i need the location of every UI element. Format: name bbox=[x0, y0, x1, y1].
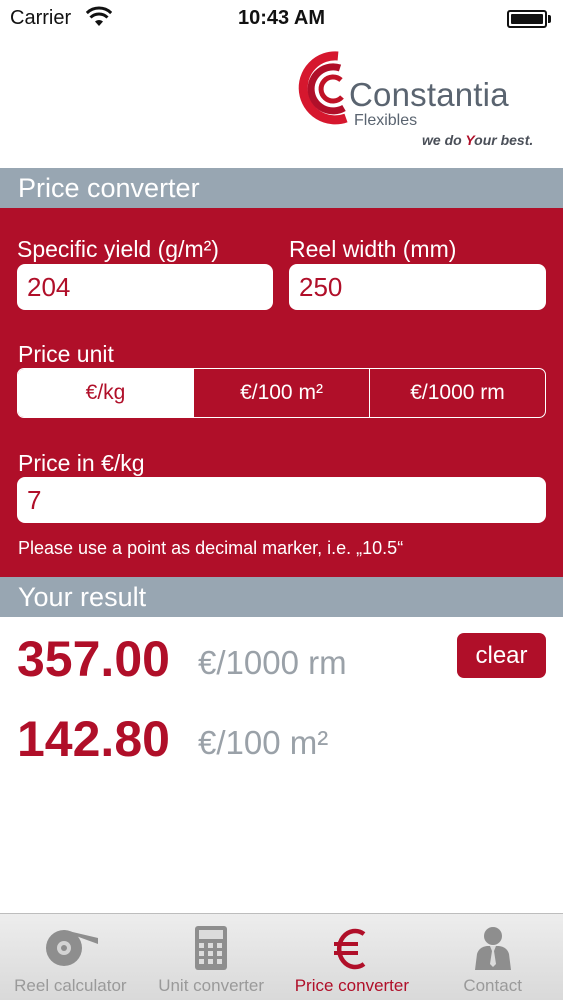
unit-option-eur-100m2[interactable]: €/100 m² bbox=[194, 369, 370, 417]
clock-label: 10:43 AM bbox=[237, 7, 326, 29]
result-value-1000rm: 357.00 bbox=[17, 631, 170, 687]
person-icon bbox=[474, 927, 511, 970]
reel-width-input[interactable]: 250 bbox=[289, 264, 546, 310]
status-bar: Carrier 10:43 AM bbox=[0, 0, 563, 38]
clear-button[interactable]: clear bbox=[457, 633, 546, 678]
price-label: Price in €/kg bbox=[18, 450, 145, 476]
tab-label: Reel calculator bbox=[14, 976, 127, 995]
result-unit-100m2: €/100 m² bbox=[198, 724, 329, 761]
logo-mark-icon bbox=[298, 51, 348, 125]
tab-price-converter[interactable]: Price converter bbox=[282, 914, 423, 1000]
price-unit-label: Price unit bbox=[18, 341, 114, 367]
tab-label: Unit converter bbox=[158, 976, 265, 995]
price-unit-segmented-control: €/kg €/100 m² €/1000 rm bbox=[17, 368, 546, 418]
specific-yield-label: Specific yield (g/m²) bbox=[17, 236, 219, 262]
battery-icon bbox=[507, 10, 551, 28]
tab-unit-converter[interactable]: Unit converter bbox=[141, 914, 282, 1000]
price-form: Specific yield (g/m²) 204 Reel width (mm… bbox=[0, 208, 563, 577]
logo-subtitle: Flexibles bbox=[354, 112, 418, 129]
decimal-hint: Please use a point as decimal marker, i.… bbox=[18, 538, 404, 558]
result-header: Your result bbox=[0, 577, 563, 617]
tab-label: Price converter bbox=[294, 976, 410, 995]
result-value-100m2: 142.80 bbox=[17, 711, 170, 767]
result-unit-1000rm: €/1000 rm bbox=[198, 644, 347, 681]
price-converter-header: Price converter bbox=[0, 168, 563, 208]
calculator-icon bbox=[195, 926, 228, 970]
price-input[interactable]: 7 bbox=[17, 477, 546, 523]
tab-contact[interactable]: Contact bbox=[422, 914, 563, 1000]
reel-icon bbox=[46, 930, 99, 966]
euro-icon bbox=[333, 928, 366, 970]
unit-option-eur-kg[interactable]: €/kg bbox=[18, 369, 194, 417]
constantia-logo: Constantia Flexibles we do Your best. bbox=[294, 50, 554, 154]
reel-width-label: Reel width (mm) bbox=[289, 236, 457, 262]
specific-yield-input[interactable]: 204 bbox=[17, 264, 273, 310]
logo-name: Constantia bbox=[349, 76, 509, 113]
tab-reel-calculator[interactable]: Reel calculator bbox=[0, 914, 141, 1000]
tab-label: Contact bbox=[463, 976, 522, 995]
unit-option-eur-1000rm[interactable]: €/1000 rm bbox=[370, 369, 545, 417]
tab-bar: Reel calculator Unit converter Price con… bbox=[0, 913, 563, 1000]
logo-slogan: we do Your best. bbox=[422, 132, 534, 148]
